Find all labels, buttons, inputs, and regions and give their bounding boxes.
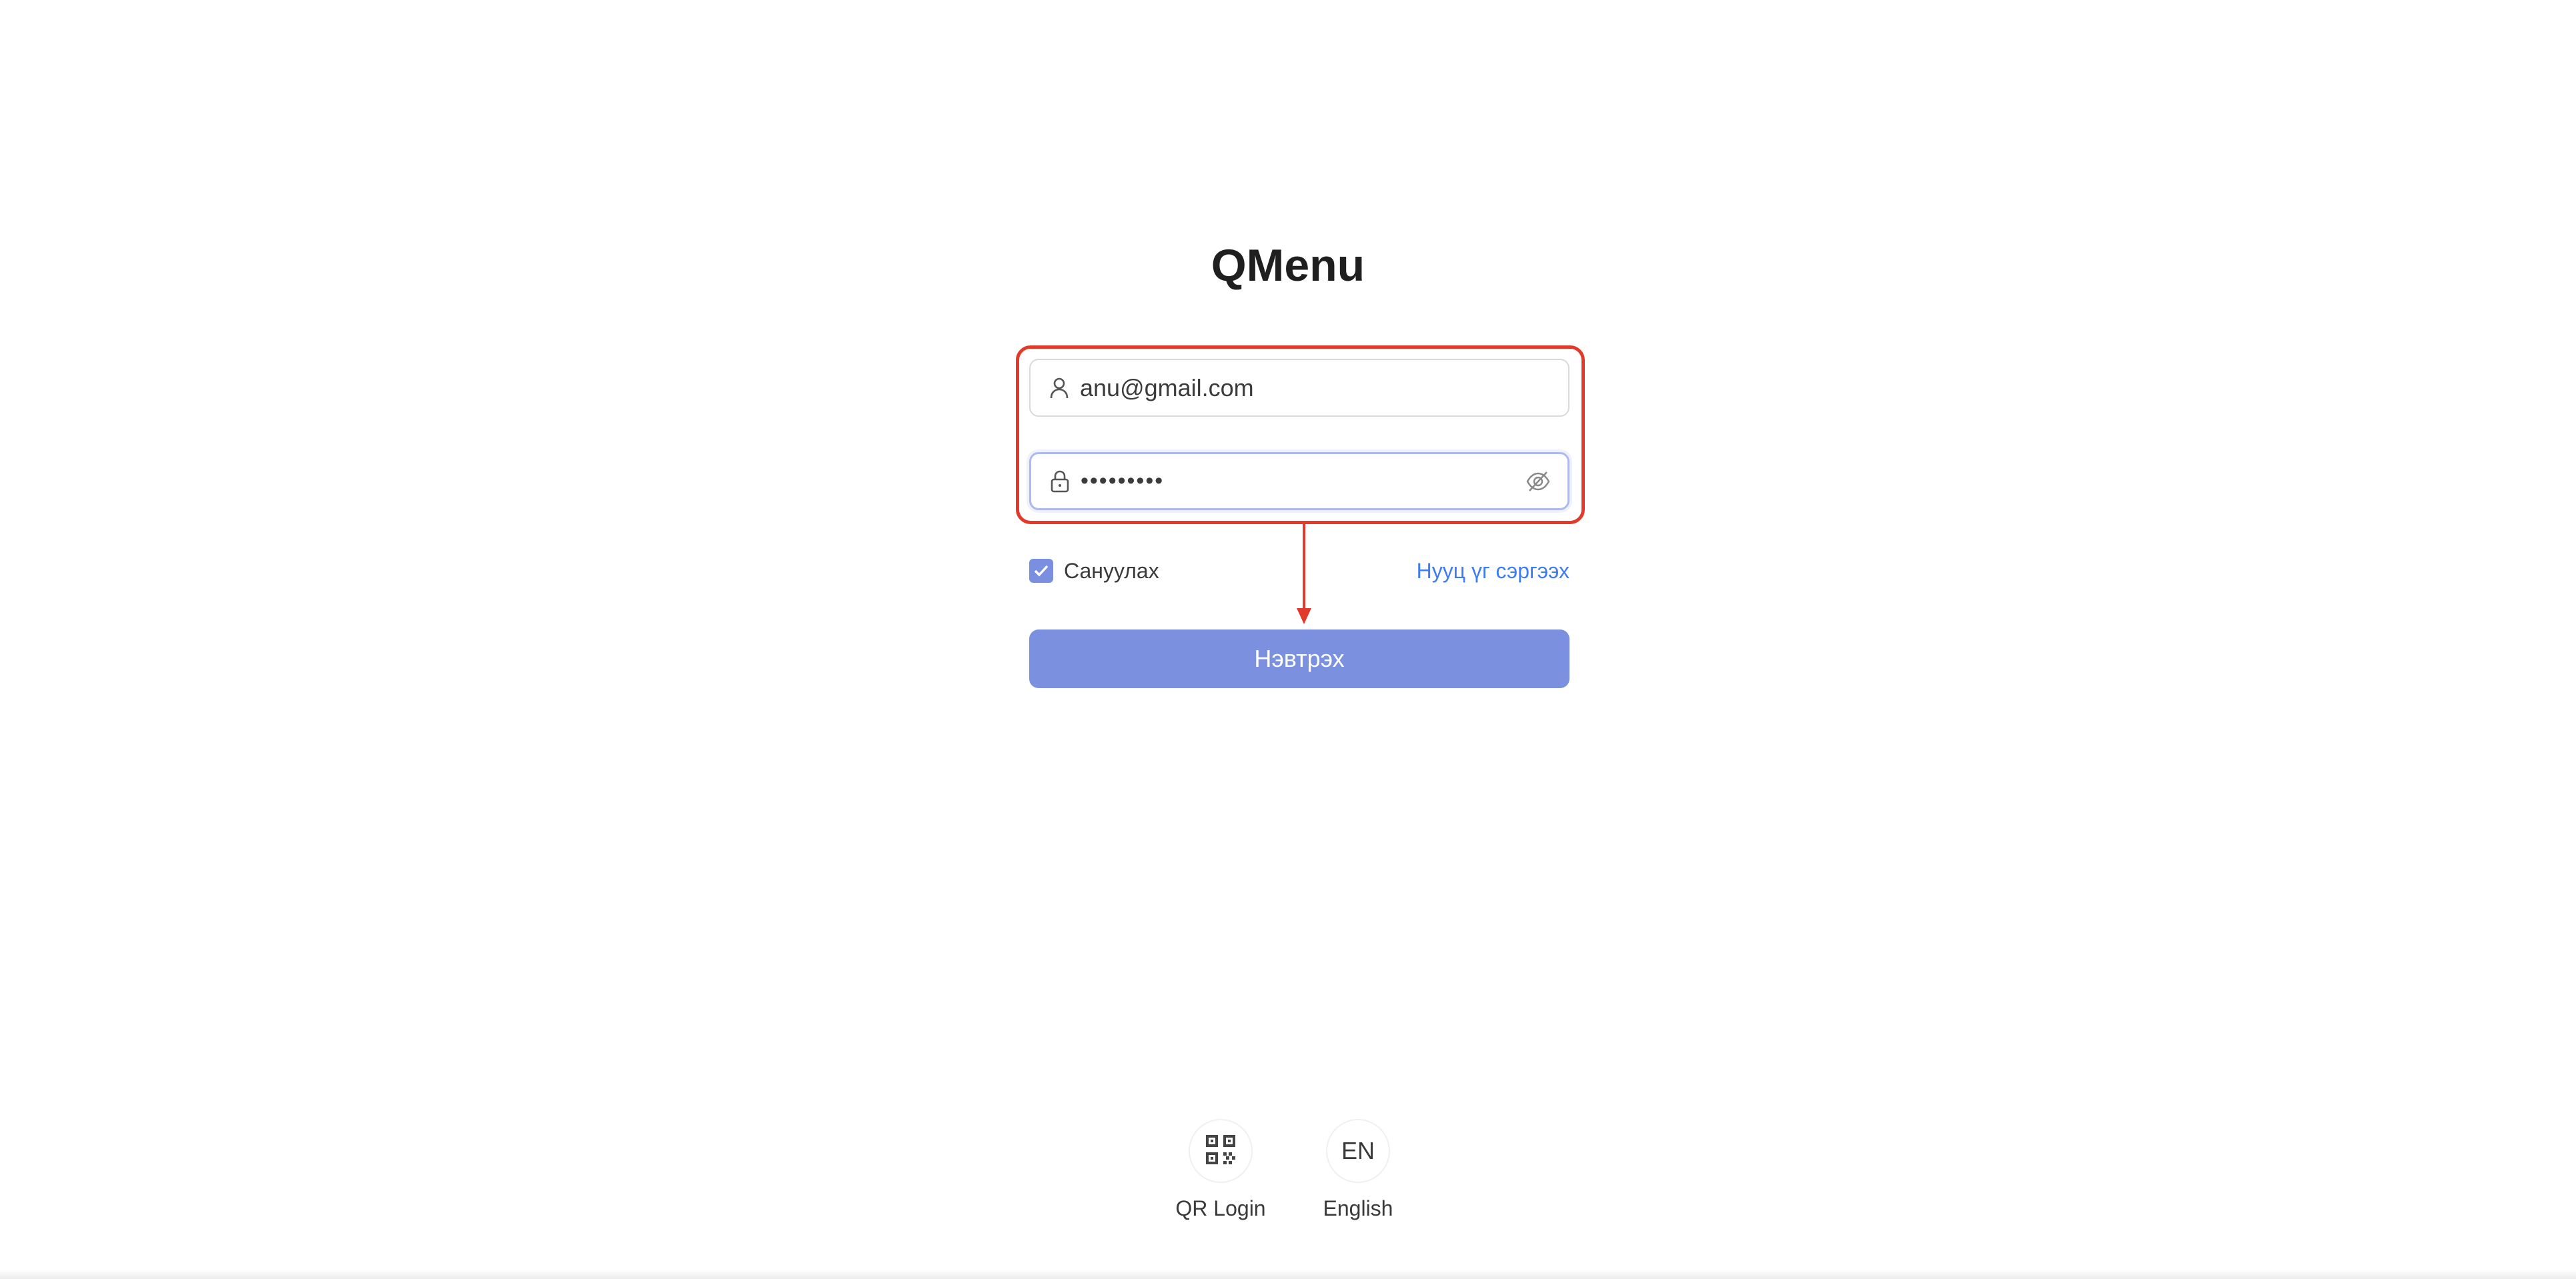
forgot-password-link[interactable]: Нууц үг сэргээх <box>1417 559 1569 583</box>
annotation-arrow <box>1297 524 1311 624</box>
eye-off-icon[interactable] <box>1525 468 1551 495</box>
language-button[interactable]: EN English <box>1311 1119 1405 1221</box>
username-value: anu@gmail.com <box>1080 373 1254 401</box>
lock-icon <box>1049 470 1071 493</box>
qr-login-circle[interactable] <box>1189 1119 1253 1183</box>
qr-code-icon <box>1205 1134 1237 1169</box>
language-label: English <box>1323 1196 1393 1220</box>
username-field[interactable]: anu@gmail.com <box>1029 359 1569 417</box>
qr-login-label: QR Login <box>1175 1196 1266 1220</box>
remember-checkbox[interactable]: Сануулах <box>1029 557 1159 584</box>
remember-label: Сануулах <box>1064 558 1159 583</box>
bottom-edge <box>0 1270 2576 1279</box>
login-button[interactable]: Нэвтрэх <box>1029 629 1569 688</box>
password-value: ••••••••• <box>1081 468 1165 493</box>
login-page: QMenu anu@gmail.com ••••••••• Сануулах Н… <box>0 0 2576 1279</box>
check-icon[interactable] <box>1029 559 1053 583</box>
language-circle[interactable]: EN <box>1326 1119 1390 1183</box>
password-field[interactable]: ••••••••• <box>1029 452 1569 510</box>
user-icon <box>1048 377 1071 399</box>
app-title: QMenu <box>1211 240 1365 291</box>
language-code: EN <box>1341 1137 1375 1164</box>
qr-login-button[interactable]: QR Login <box>1174 1119 1267 1221</box>
